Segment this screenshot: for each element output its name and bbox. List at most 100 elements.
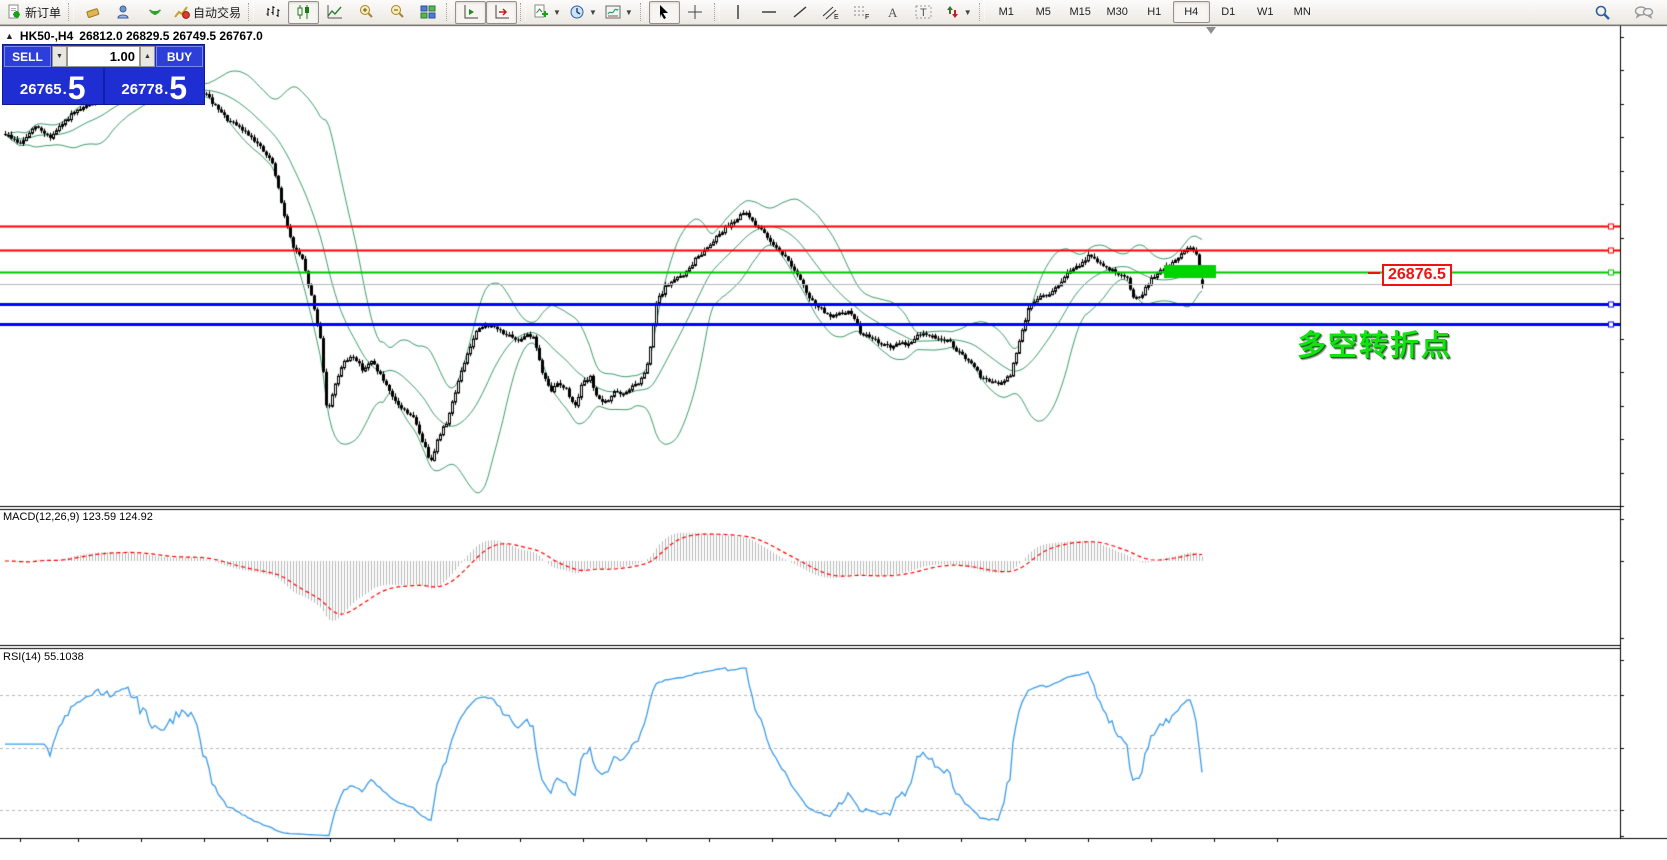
fibonacci-icon: F (853, 4, 871, 20)
rsi-value: 55.1038 (44, 651, 84, 663)
volume-decrease-button[interactable]: ▼ (52, 46, 67, 67)
fibonacci-button[interactable]: F (847, 1, 878, 24)
macd-indicator-label: MACD(12,26,9) 123.59 124.92 (3, 511, 153, 523)
chart-shift-button[interactable] (486, 1, 517, 24)
horizontal-line-icon (761, 4, 777, 20)
chart-shift-icon (494, 4, 510, 20)
toolbar-separator (446, 3, 452, 21)
autotrading-icon (174, 4, 190, 20)
toolbar: 新订单 自动交易 ▼ ▼ ▼ E F A T ▼ M1 M5 M15 M30 H… (0, 0, 1667, 25)
chart-plot[interactable] (0, 0, 1667, 860)
macd-name: MACD(12,26,9) (3, 511, 79, 523)
timeframe-m15[interactable]: M15 (1062, 1, 1099, 23)
search-icon (1594, 4, 1611, 21)
horizontal-line-button[interactable] (754, 1, 785, 24)
channel-icon: E (822, 4, 840, 20)
volume-input[interactable]: 1.00 (67, 46, 140, 67)
candlestick-icon (296, 4, 312, 20)
signal-button[interactable] (139, 1, 170, 24)
trendline-icon (792, 4, 808, 20)
pivot-point-annotation[interactable]: 多空转折点 (1297, 322, 1452, 364)
bar-chart-button[interactable] (257, 1, 288, 24)
buy-price-main: 26778 (121, 77, 163, 103)
price-label-annotation[interactable]: 26876.5 (1382, 264, 1452, 286)
eraser-button[interactable] (77, 1, 108, 24)
sell-price-main: 26765 (20, 77, 62, 103)
svg-text:T: T (920, 7, 927, 19)
collapse-panel-arrow-icon[interactable]: ▲ (5, 31, 14, 41)
search-button[interactable] (1587, 1, 1618, 24)
buy-price[interactable]: 26778 . 5 (105, 68, 205, 104)
new-order-label: 新订单 (25, 4, 61, 21)
text-button[interactable]: A (878, 1, 909, 24)
autotrading-label: 自动交易 (193, 4, 241, 21)
templates-button[interactable]: ▼ (601, 1, 637, 24)
crosshair-button[interactable] (680, 1, 711, 24)
timeframe-d1[interactable]: D1 (1210, 1, 1247, 23)
new-order-icon (6, 4, 22, 20)
autoscroll-button[interactable] (455, 1, 486, 24)
new-order-button[interactable]: 新订单 (2, 1, 65, 24)
arrows-button[interactable]: ▼ (940, 1, 976, 24)
signal-icon (147, 4, 163, 20)
periods-button[interactable]: ▼ (565, 1, 601, 24)
timeframe-w1[interactable]: W1 (1247, 1, 1284, 23)
dropdown-arrow-icon: ▼ (625, 8, 633, 17)
chart-shift-marker-icon[interactable] (1206, 27, 1216, 34)
crosshair-icon (687, 4, 703, 20)
chat-icon (1634, 4, 1654, 20)
autoscroll-icon (463, 4, 479, 20)
equidistant-channel-button[interactable]: E (816, 1, 847, 24)
zoom-in-button[interactable] (350, 1, 381, 24)
sell-price[interactable]: 26765 . 5 (3, 68, 103, 104)
toolbar-separator (520, 3, 526, 21)
trendline-button[interactable] (785, 1, 816, 24)
chart-symbol-period: HK50-,H4 (20, 29, 73, 43)
cursor-button[interactable] (649, 1, 680, 24)
vertical-line-button[interactable] (723, 1, 754, 24)
toolbar-separator (640, 3, 646, 21)
toolbar-separator (68, 3, 74, 21)
sell-button[interactable]: SELL (4, 46, 51, 67)
dropdown-arrow-icon: ▼ (553, 8, 561, 17)
macd-values: 123.59 124.92 (82, 511, 152, 523)
arrows-icon (944, 4, 960, 20)
profile-icon (116, 4, 132, 20)
buy-button[interactable]: BUY (156, 46, 203, 67)
bar-chart-icon (265, 4, 281, 20)
autotrading-button[interactable]: 自动交易 (170, 1, 245, 24)
toolbar-separator (248, 3, 254, 21)
buy-price-big: 5 (169, 73, 187, 103)
volume-increase-button[interactable]: ▲ (140, 46, 155, 67)
profile-button[interactable] (108, 1, 139, 24)
chart-ohlc-values: 26812.0 26829.5 26749.5 26767.0 (79, 29, 263, 43)
timeframe-m5[interactable]: M5 (1025, 1, 1062, 23)
template-icon (605, 4, 621, 20)
timeframe-m1[interactable]: M1 (988, 1, 1025, 23)
buy-price-point: . (164, 77, 168, 103)
price-label-connector (1368, 272, 1380, 274)
zoom-out-icon (389, 4, 405, 20)
sell-price-big: 5 (68, 73, 86, 103)
dropdown-arrow-icon: ▼ (589, 8, 597, 17)
timeframe-mn[interactable]: MN (1284, 1, 1321, 23)
text-label-button[interactable]: T (909, 1, 940, 24)
candlestick-chart-button[interactable] (288, 1, 319, 24)
chat-button[interactable] (1628, 1, 1659, 24)
timeframe-m30[interactable]: M30 (1099, 1, 1136, 23)
chart-title-bar: ▲ HK50-,H4 26812.0 26829.5 26749.5 26767… (5, 29, 263, 43)
line-chart-button[interactable] (319, 1, 350, 24)
toolbar-separator (979, 3, 985, 21)
timeframe-h4[interactable]: H4 (1173, 1, 1210, 23)
rsi-name: RSI(14) (3, 651, 41, 663)
tile-windows-icon (420, 4, 436, 20)
line-chart-icon (327, 4, 343, 20)
clock-icon (569, 4, 585, 20)
tile-windows-button[interactable] (412, 1, 443, 24)
rsi-indicator-label: RSI(14) 55.1038 (3, 651, 84, 663)
vertical-line-icon (731, 4, 745, 20)
timeframe-h1[interactable]: H1 (1136, 1, 1173, 23)
zoom-out-button[interactable] (381, 1, 412, 24)
indicators-button[interactable]: ▼ (529, 1, 565, 24)
svg-text:A: A (888, 5, 898, 20)
